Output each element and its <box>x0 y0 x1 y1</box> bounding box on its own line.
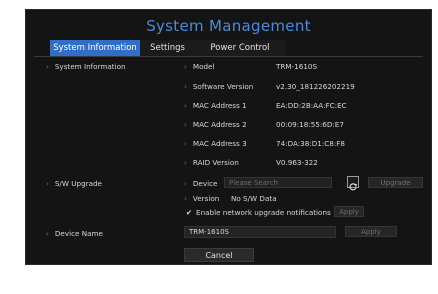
apply-notify-button[interactable]: Apply <box>334 206 364 217</box>
info-row-mac-3: › MAC Address 3 <box>184 139 247 148</box>
info-value: 00:09:18:55:6D:E7 <box>276 120 344 129</box>
info-value: 74:DA:38:D1:C8:F8 <box>276 139 346 148</box>
chevron-right-icon: › <box>46 229 49 238</box>
version-label: Version <box>192 194 220 203</box>
system-management-window: System Management System Information Set… <box>25 9 432 265</box>
info-row-raid-version: › RAID Version <box>184 158 239 167</box>
info-row-model: › Model <box>184 62 214 71</box>
chevron-right-icon: › <box>184 139 187 148</box>
checkmark-icon: ✔ <box>186 208 193 217</box>
notify-checkbox[interactable]: ✔ Enable network upgrade notifications <box>186 208 331 217</box>
info-row-software-version: › Software Version <box>184 82 253 91</box>
chevron-right-icon: › <box>184 82 187 91</box>
info-row-mac-2: › MAC Address 2 <box>184 120 247 129</box>
chevron-right-icon: › <box>184 62 187 71</box>
info-label: MAC Address 3 <box>192 139 247 148</box>
tab-settings[interactable]: Settings <box>140 40 195 56</box>
info-value: V0.963-322 <box>276 158 318 167</box>
chevron-right-icon: › <box>46 179 49 188</box>
section-device-name: › Device Name <box>46 229 103 238</box>
notify-label: Enable network upgrade notifications <box>196 208 331 217</box>
info-label: Model <box>192 62 215 71</box>
version-row: › Version <box>184 194 219 203</box>
page-title: System Management <box>146 17 311 35</box>
section-label: Device Name <box>54 229 103 238</box>
apply-device-name-button[interactable]: Apply <box>345 226 397 237</box>
section-system-information: › System Information <box>46 62 126 71</box>
version-value: No S/W Data <box>231 194 277 203</box>
info-label: MAC Address 1 <box>192 101 247 110</box>
tab-power-control[interactable]: Power Control <box>195 40 285 56</box>
refresh-icon <box>349 183 357 191</box>
device-label: Device <box>192 179 218 188</box>
chevron-right-icon: › <box>184 179 187 188</box>
info-value: TRM-1610S <box>276 62 318 71</box>
chevron-right-icon: › <box>46 62 49 71</box>
info-row-mac-1: › MAC Address 1 <box>184 101 247 110</box>
refresh-button[interactable] <box>347 176 359 191</box>
section-sw-upgrade: › S/W Upgrade <box>46 179 102 188</box>
info-label: MAC Address 2 <box>192 120 247 129</box>
info-value: EA:DD:2B:AA:FC:EC <box>276 101 347 110</box>
info-value: v2.30_181226202219 <box>276 82 355 91</box>
section-label: System Information <box>54 62 126 71</box>
upgrade-button[interactable]: Upgrade <box>368 177 423 188</box>
chevron-right-icon: › <box>184 101 187 110</box>
chevron-right-icon: › <box>184 194 187 203</box>
chevron-right-icon: › <box>184 120 187 129</box>
cancel-button[interactable]: Cancel <box>184 248 254 262</box>
section-label: S/W Upgrade <box>54 179 102 188</box>
device-select[interactable]: Please Search <box>224 177 332 188</box>
info-label: RAID Version <box>192 158 239 167</box>
tab-system-information[interactable]: System Information <box>50 40 140 56</box>
chevron-right-icon: › <box>184 158 187 167</box>
device-name-input[interactable]: TRM-1610S <box>184 226 336 238</box>
tab-divider <box>34 56 423 57</box>
info-label: Software Version <box>192 82 254 91</box>
device-row: › Device <box>184 179 217 188</box>
